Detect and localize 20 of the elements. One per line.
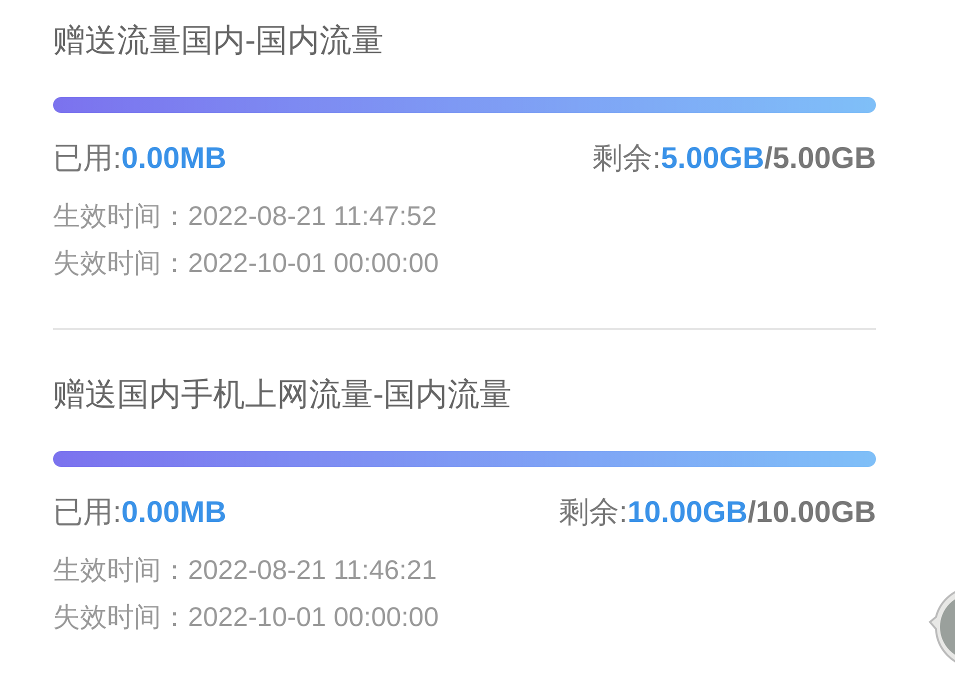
end-time: 2022-10-01 00:00:00 [188, 601, 439, 634]
used-value: 0.00MB [121, 495, 226, 531]
used-label: 已用: [53, 495, 122, 531]
remaining-label: 剩余: [559, 495, 628, 531]
remaining-value: 5.00GB [660, 141, 764, 177]
package-title: 赠送国内手机上网流量-国内流量 [53, 375, 513, 414]
start-time: 2022-08-21 11:47:52 [188, 200, 437, 233]
start-time: 2022-08-21 11:46:21 [188, 554, 437, 587]
end-time: 2022-10-01 00:00:00 [188, 247, 439, 280]
used-label: 已用: [53, 141, 122, 177]
start-label: 生效时间： [53, 554, 188, 587]
total-value: /10.00GB [748, 495, 876, 531]
used-value: 0.00MB [121, 141, 226, 177]
package-title: 赠送流量国内-国内流量 [53, 21, 385, 60]
start-label: 生效时间： [53, 200, 188, 233]
remaining-value: 10.00GB [628, 495, 748, 531]
total-value: /5.00GB [764, 141, 876, 177]
end-label: 失效时间： [53, 247, 188, 280]
end-label: 失效时间： [53, 601, 188, 634]
remaining-label: 剩余: [592, 141, 661, 177]
